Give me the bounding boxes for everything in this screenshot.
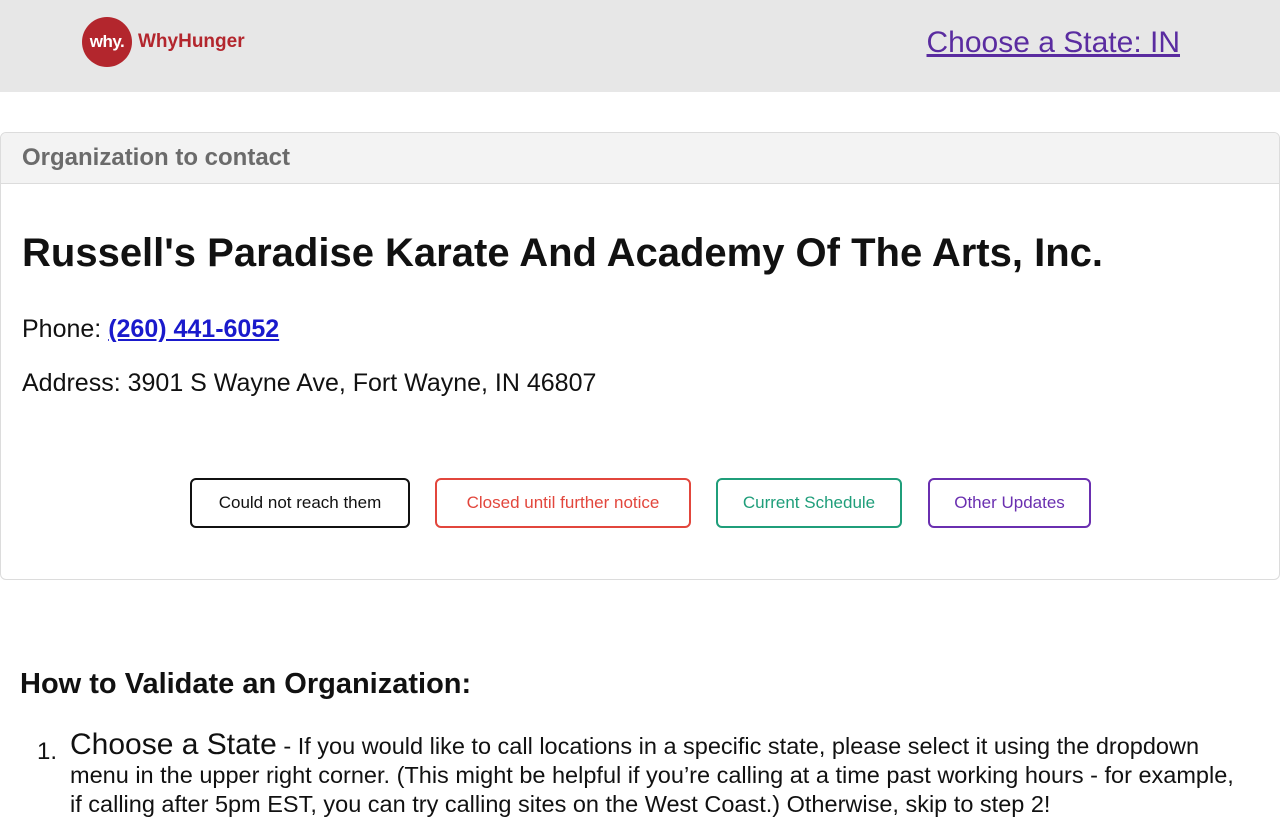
logo-text: WhyHunger	[138, 31, 245, 52]
phone-label: Phone:	[22, 315, 109, 343]
closed-until-further-notice-button[interactable]: Closed until further notice	[435, 478, 691, 528]
how-to-validate-heading: How to Validate an Organization:	[20, 668, 472, 700]
other-updates-button[interactable]: Other Updates	[928, 478, 1091, 528]
address-value: 3901 S Wayne Ave, Fort Wayne, IN 46807	[127, 369, 597, 397]
current-schedule-button[interactable]: Current Schedule	[716, 478, 902, 528]
phone-link[interactable]: (260) 441-6052	[108, 315, 279, 343]
step-number: 1.	[37, 738, 58, 765]
organization-card: Organization to contact Russell's Paradi…	[0, 132, 1280, 580]
step-title: Choose a State	[70, 728, 277, 761]
phone-row: Phone: (260) 441-6052	[22, 315, 279, 344]
organization-name: Russell's Paradise Karate And Academy Of…	[22, 231, 1103, 275]
site-header: why. WhyHunger Choose a State: IN	[0, 0, 1280, 92]
address-label: Address:	[22, 369, 128, 397]
step-body: Choose a State - If you would like to ca…	[70, 730, 1250, 819]
could-not-reach-button[interactable]: Could not reach them	[190, 478, 410, 528]
address-row: Address: 3901 S Wayne Ave, Fort Wayne, I…	[22, 369, 596, 398]
logo[interactable]: why. WhyHunger	[82, 17, 245, 67]
logo-mark: why.	[82, 17, 132, 67]
card-header-title: Organization to contact	[1, 133, 1279, 184]
choose-state-link[interactable]: Choose a State: IN	[927, 26, 1180, 60]
